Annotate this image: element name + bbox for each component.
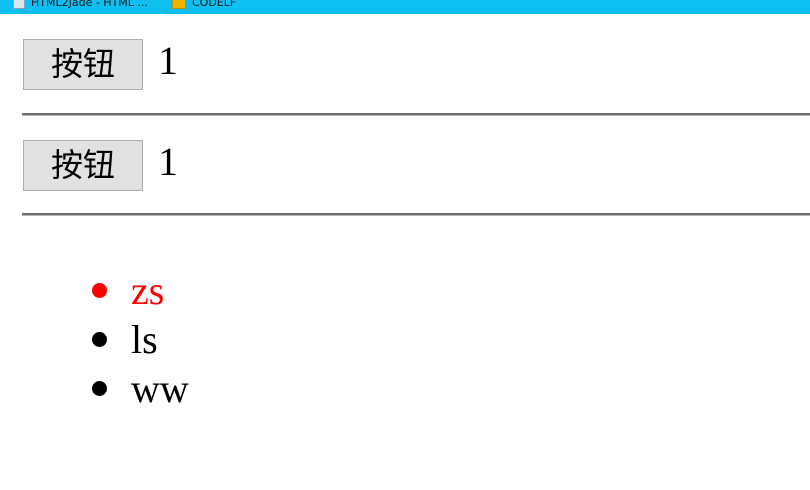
list-item-label: ww	[131, 366, 189, 411]
list-item-label: zs	[131, 268, 165, 313]
bookmark-label: HTML2Jade - HTML ...	[31, 0, 148, 9]
counter-value-1: 1	[158, 37, 178, 83]
bullet-icon	[92, 332, 107, 347]
bookmarks-bar: HTML2Jade - HTML ... CODELF	[0, 0, 810, 14]
counter-row-2: 按钮 1	[23, 140, 178, 191]
increment-button-1[interactable]: 按钮	[23, 39, 143, 90]
list-item-zs[interactable]: zs	[92, 266, 189, 315]
horizontal-rule-2	[22, 213, 810, 216]
bookmark-codelf[interactable]: CODELF	[172, 0, 236, 10]
horizontal-rule-1	[22, 113, 810, 116]
list-item-label: ls	[131, 317, 158, 362]
bookmark-html2jade[interactable]: HTML2Jade - HTML ...	[13, 0, 148, 10]
increment-button-2[interactable]: 按钮	[23, 140, 143, 191]
bookmark-label: CODELF	[192, 0, 237, 9]
counter-value-2: 1	[158, 138, 178, 184]
bullet-icon	[92, 283, 107, 298]
codelf-logo-icon	[172, 0, 186, 9]
bullet-icon	[92, 381, 107, 396]
list-item-ls[interactable]: ls	[92, 315, 189, 364]
name-list: zs ls ww	[92, 266, 189, 413]
list-item-ww[interactable]: ww	[92, 364, 189, 413]
page-icon	[13, 0, 25, 9]
counter-row-1: 按钮 1	[23, 39, 178, 90]
